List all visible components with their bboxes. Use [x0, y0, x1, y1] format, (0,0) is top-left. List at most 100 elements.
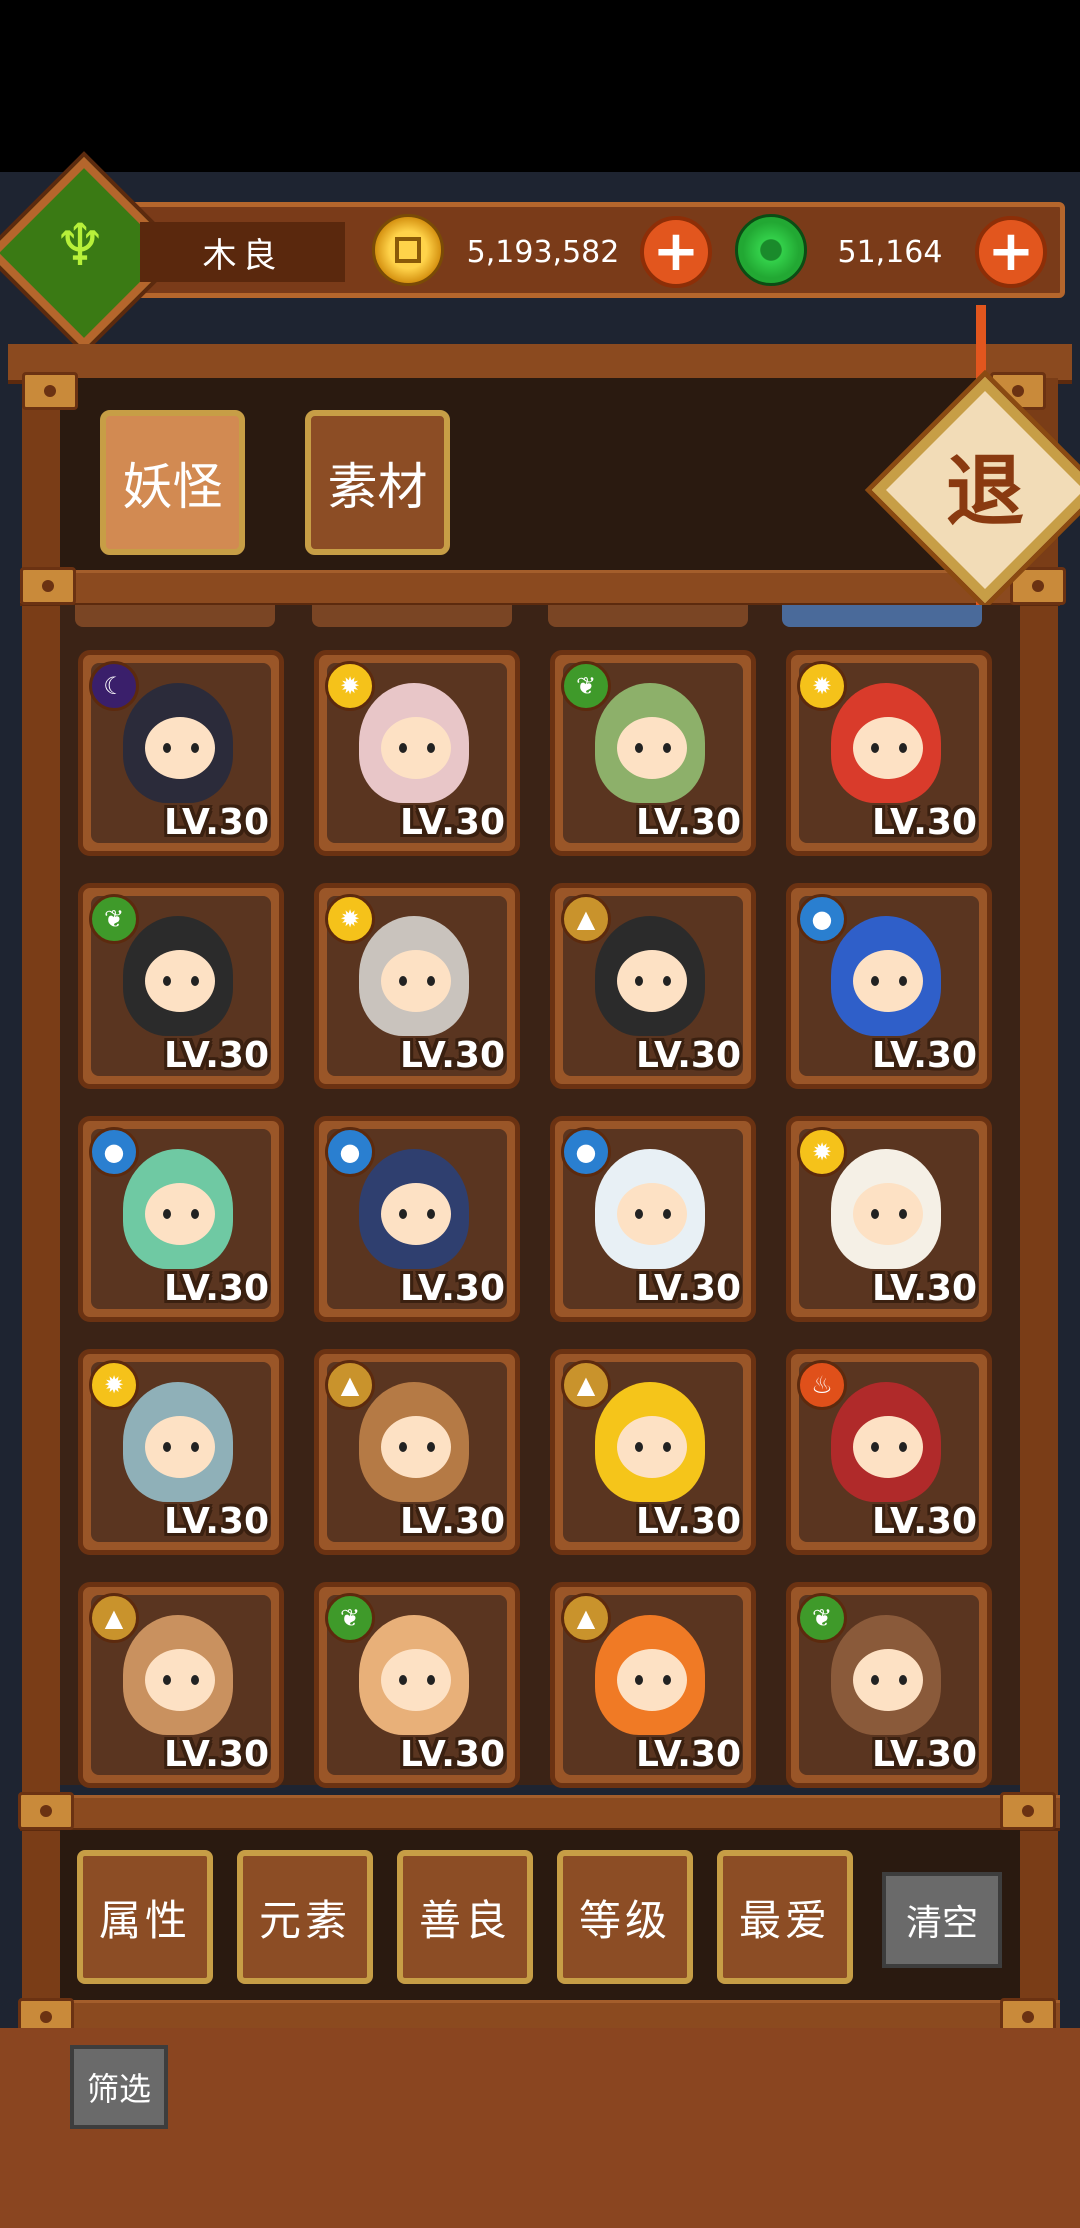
water-element-icon: ●	[89, 1127, 139, 1177]
sun-element-icon: ✹	[797, 661, 847, 711]
earth-element-icon: ▲	[325, 1360, 375, 1410]
monster-face	[381, 1416, 451, 1478]
monster-card[interactable]: ● LV.30	[786, 883, 992, 1089]
monster-card[interactable]: ▲ LV.30	[78, 1582, 284, 1788]
monster-eye	[871, 743, 879, 753]
monster-level: LV.30	[164, 802, 269, 843]
monster-eye	[191, 1442, 199, 1452]
monster-card[interactable]: ❦ LV.30	[786, 1582, 992, 1788]
partial-card	[312, 605, 512, 627]
add-gold-button[interactable]: +	[640, 216, 712, 288]
monster-card[interactable]: ❦ LV.30	[78, 883, 284, 1089]
leaf-element-icon: ❦	[561, 661, 611, 711]
monster-eye	[899, 743, 907, 753]
monster-card[interactable]: ▲ LV.30	[314, 1349, 520, 1555]
monster-level: LV.30	[872, 1268, 977, 1309]
earth-element-icon: ▲	[561, 894, 611, 944]
monster-card[interactable]: ✹ LV.30	[78, 1349, 284, 1555]
monster-face	[853, 717, 923, 779]
jade-icon	[735, 214, 807, 286]
jade-amount: 51,164	[837, 234, 943, 270]
monster-level: LV.30	[636, 1501, 741, 1542]
monster-face	[145, 1416, 215, 1478]
tab-monsters[interactable]: 妖怪	[100, 410, 245, 555]
monster-card[interactable]: ● LV.30	[314, 1116, 520, 1322]
monster-face	[617, 1416, 687, 1478]
monster-card[interactable]: ♨ LV.30	[786, 1349, 992, 1555]
monster-level: LV.30	[164, 1268, 269, 1309]
monster-card[interactable]: ☾ LV.30	[78, 650, 284, 856]
monster-face	[145, 1183, 215, 1245]
gold-coin-icon	[372, 214, 444, 286]
player-name: 木良	[140, 222, 345, 282]
gold-amount: 5,193,582	[466, 234, 620, 270]
filter-attribute-button[interactable]: 属性	[77, 1850, 213, 1984]
monster-level: LV.30	[400, 1268, 505, 1309]
sun-element-icon: ✹	[325, 661, 375, 711]
filter-element-button[interactable]: 元素	[237, 1850, 373, 1984]
monster-card[interactable]: ▲ LV.30	[550, 1349, 756, 1555]
filter-kindness-button[interactable]: 善良	[397, 1850, 533, 1984]
monster-eye	[871, 1675, 879, 1685]
sun-element-icon: ✹	[325, 894, 375, 944]
monster-eye	[871, 1209, 879, 1219]
sun-element-icon: ✹	[89, 1360, 139, 1410]
monster-card[interactable]: ● LV.30	[78, 1116, 284, 1322]
bolt	[20, 567, 76, 605]
monster-level: LV.30	[636, 802, 741, 843]
leaf-element-icon: ❦	[325, 1593, 375, 1643]
monster-card[interactable]: ❦ LV.30	[550, 650, 756, 856]
monster-eye	[635, 743, 643, 753]
monster-eye	[663, 976, 671, 986]
monster-eye	[663, 1675, 671, 1685]
monster-card[interactable]: ▲ LV.30	[550, 883, 756, 1089]
monster-eye	[427, 1442, 435, 1452]
water-element-icon: ●	[797, 894, 847, 944]
lower-shelf	[20, 1795, 1060, 1831]
monster-eye	[191, 1209, 199, 1219]
monster-eye	[163, 1209, 171, 1219]
monster-eye	[163, 1442, 171, 1452]
monster-eye	[663, 1209, 671, 1219]
monster-eye	[427, 1675, 435, 1685]
monster-level: LV.30	[636, 1035, 741, 1076]
monster-level: LV.30	[636, 1268, 741, 1309]
monster-face	[381, 1183, 451, 1245]
filter-level-button[interactable]: 等级	[557, 1850, 693, 1984]
cabinet-left-post	[22, 378, 60, 2018]
monster-eye	[635, 1675, 643, 1685]
monster-level: LV.30	[164, 1734, 269, 1775]
monster-card[interactable]: ✹ LV.30	[786, 650, 992, 856]
screen-button[interactable]: 筛选	[70, 2045, 168, 2129]
exit-label: 退	[945, 446, 1024, 537]
monster-level: LV.30	[872, 1501, 977, 1542]
monster-eye	[163, 743, 171, 753]
monster-eye	[663, 743, 671, 753]
monster-face	[145, 1649, 215, 1711]
filter-favorite-button[interactable]: 最爱	[717, 1850, 853, 1984]
monster-card[interactable]: ▲ LV.30	[550, 1582, 756, 1788]
monster-face	[145, 717, 215, 779]
monster-level: LV.30	[872, 1734, 977, 1775]
monster-eye	[635, 976, 643, 986]
monster-face	[381, 950, 451, 1012]
tab-materials[interactable]: 素材	[305, 410, 450, 555]
leaf-element-icon: ❦	[89, 894, 139, 944]
monster-card[interactable]: ● LV.30	[550, 1116, 756, 1322]
earth-element-icon: ▲	[561, 1360, 611, 1410]
monster-eye	[871, 976, 879, 986]
monster-eye	[899, 1442, 907, 1452]
dragon-avatar-icon: ♆	[54, 211, 106, 279]
monster-card[interactable]: ❦ LV.30	[314, 1582, 520, 1788]
monster-card[interactable]: ✹ LV.30	[314, 650, 520, 856]
clear-filters-button[interactable]: 清空	[882, 1872, 1002, 1968]
monster-face	[381, 717, 451, 779]
partial-card	[75, 605, 275, 627]
earth-element-icon: ▲	[89, 1593, 139, 1643]
monster-card[interactable]: ✹ LV.30	[786, 1116, 992, 1322]
monster-eye	[427, 976, 435, 986]
monster-face	[853, 1416, 923, 1478]
monster-card[interactable]: ✹ LV.30	[314, 883, 520, 1089]
add-jade-button[interactable]: +	[975, 216, 1047, 288]
cabinet-right-post	[1020, 378, 1058, 2018]
